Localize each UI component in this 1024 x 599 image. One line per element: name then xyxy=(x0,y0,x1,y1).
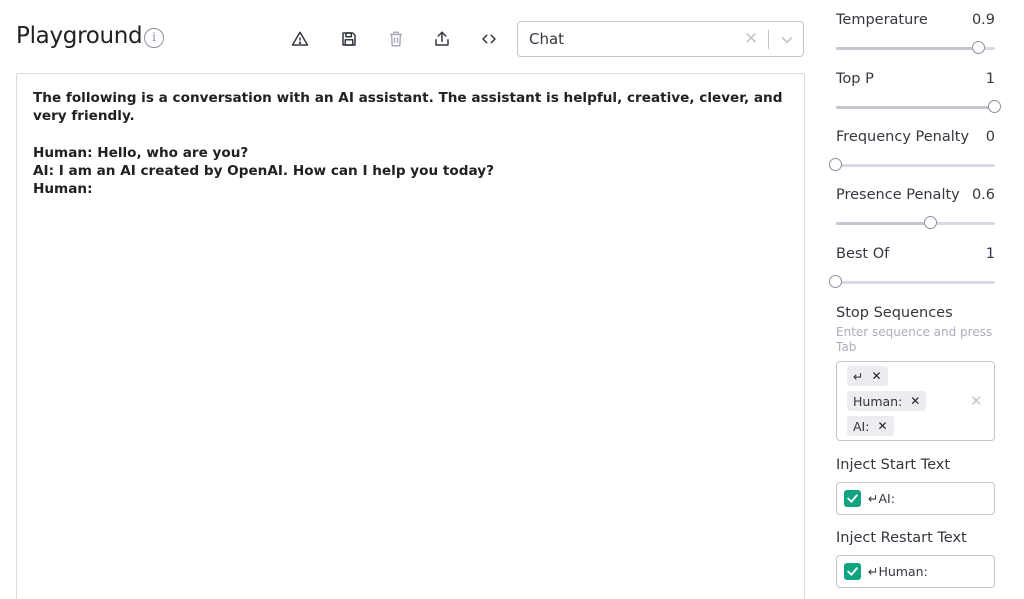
info-icon[interactable]: i xyxy=(144,28,164,48)
page-title: Playground xyxy=(16,23,143,49)
inject-restart-field[interactable]: ↵Human: xyxy=(836,555,995,588)
frequency-penalty-value: 0 xyxy=(985,129,995,145)
warning-icon[interactable] xyxy=(288,27,312,51)
trash-icon[interactable] xyxy=(384,27,408,51)
clear-icon[interactable]: ✕ xyxy=(744,29,758,49)
clear-all-icon[interactable]: ✕ xyxy=(970,392,983,410)
temperature-slider[interactable] xyxy=(836,41,995,54)
inject-restart-value[interactable]: ↵Human: xyxy=(868,564,928,579)
slider-thumb[interactable] xyxy=(988,100,1001,113)
save-icon[interactable] xyxy=(337,27,361,51)
chip-label: ↵ xyxy=(853,368,864,384)
inject-restart-checkbox[interactable] xyxy=(844,563,861,580)
prompt-text[interactable]: The following is a conversation with an … xyxy=(33,89,790,198)
slider-thumb[interactable] xyxy=(829,275,842,288)
prompt-editor[interactable]: The following is a conversation with an … xyxy=(16,73,805,599)
presence-penalty-label: Presence Penalty xyxy=(836,187,960,203)
remove-chip-icon[interactable]: ✕ xyxy=(871,369,881,383)
temperature-label: Temperature xyxy=(836,12,928,28)
share-icon[interactable] xyxy=(430,27,454,51)
stop-chip: AI: ✕ xyxy=(847,416,894,436)
slider-fill xyxy=(836,106,995,109)
remove-chip-icon[interactable]: ✕ xyxy=(877,419,887,433)
inject-start-value[interactable]: ↵AI: xyxy=(868,491,895,506)
slider-thumb[interactable] xyxy=(924,216,938,229)
divider xyxy=(768,30,769,49)
chip-label: AI: xyxy=(853,418,870,434)
best-of-label: Best Of xyxy=(836,246,890,262)
slider-thumb[interactable] xyxy=(972,41,986,54)
presence-penalty-slider[interactable] xyxy=(836,216,995,229)
chip-label: Human: xyxy=(853,393,903,409)
temperature-value: 0.9 xyxy=(971,12,995,28)
stop-chip: Human: ✕ xyxy=(847,391,927,411)
best-of-value: 1 xyxy=(985,246,995,262)
stop-sequences-hint: Enter sequence and press Tab xyxy=(836,325,993,354)
inject-start-field[interactable]: ↵AI: xyxy=(836,482,995,515)
preset-value: Chat xyxy=(529,30,565,48)
chevron-down-icon[interactable] xyxy=(778,31,796,49)
stop-sequences-input[interactable]: ↵ ✕ Human: ✕ AI: ✕ ✕ xyxy=(836,361,995,441)
stop-chip: ↵ ✕ xyxy=(847,366,888,386)
remove-chip-icon[interactable]: ✕ xyxy=(910,394,920,408)
presence-penalty-value: 0.6 xyxy=(971,187,995,203)
slider-fill xyxy=(836,222,932,225)
inject-start-checkbox[interactable] xyxy=(844,490,861,507)
code-icon[interactable] xyxy=(477,27,501,51)
top-p-slider[interactable] xyxy=(836,100,1001,113)
top-p-label: Top P xyxy=(836,71,874,87)
stop-sequences-label: Stop Sequences xyxy=(836,305,953,321)
inject-start-label: Inject Start Text xyxy=(836,457,951,473)
top-p-value: 1 xyxy=(985,71,995,87)
inject-restart-label: Inject Restart Text xyxy=(836,530,967,546)
best-of-slider[interactable] xyxy=(829,275,995,288)
frequency-penalty-label: Frequency Penalty xyxy=(836,129,970,145)
slider-fill xyxy=(836,47,980,50)
slider-thumb[interactable] xyxy=(829,158,842,171)
preset-select[interactable]: Chat ✕ xyxy=(517,21,804,57)
frequency-penalty-slider[interactable] xyxy=(829,158,995,171)
